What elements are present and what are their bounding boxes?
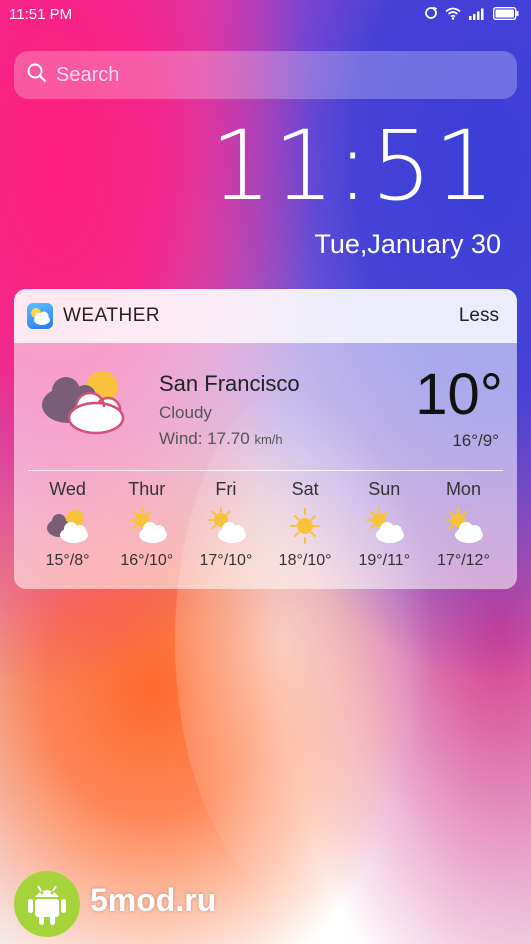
status-icons [424,6,519,24]
weather-app-icon [27,303,53,329]
wind-unit: km/h [254,432,283,447]
forecast-day-name: Thur [128,479,166,499]
weather-condition: Cloudy [159,403,212,422]
watermark-text: 5mod.ru [90,882,217,918]
clock-date[interactable]: Tue,January 30 [314,229,501,260]
forecast-range: 19°/11° [358,552,411,569]
less-button[interactable]: Less [459,305,499,327]
home-screen: 11:51 PM Search 11:51 Tue,January 30 WEA… [0,0,531,944]
wind-value: Wind: 17.70 [159,429,250,448]
search-bar[interactable]: Search [14,51,517,99]
forecast-range: 17°/12° [437,552,490,569]
partly-sunny-icon [107,506,186,548]
cloudy-partly-sunny-icon [40,365,132,440]
forecast-day: Wed 15°/8° [28,475,107,570]
wind-speed: Wind: 17.70 km/h [159,429,283,449]
forecast-day-name: Sat [291,479,319,499]
forecast-day-name: Fri [215,479,237,499]
partly-sunny-icon [345,506,424,548]
search-icon [26,62,48,89]
sync-icon [424,6,438,24]
partly-sunny-icon [186,506,265,548]
current-temperature: 10° [415,362,503,427]
forecast-range: 18°/10° [278,552,332,569]
forecast-day: Sat 18°/10° [266,475,345,570]
search-placeholder: Search [56,63,120,86]
forecast-range: 17°/10° [199,552,253,569]
forecast-day: Mon 17°/12° [424,475,503,570]
forecast-range: 16°/10° [120,552,174,569]
wifi-icon [445,7,461,24]
sunny-icon [266,506,345,548]
city-name: San Francisco [159,371,300,396]
forecast-day-name: Wed [49,479,86,499]
forecast-day: Fri 17°/10° [186,475,265,570]
android-robot-icon [14,871,80,937]
forecast-day: Sun 19°/11° [345,475,424,570]
partly-sunny-icon [424,506,503,548]
divider [28,470,503,471]
cloudy-partly-sunny-icon [28,506,107,548]
weather-current: San Francisco Cloudy Wind: 17.70 km/h 10… [14,343,517,469]
forecast-range: 15°/8° [45,552,90,569]
weather-title: WEATHER [63,305,161,326]
clock-time[interactable]: 11:51 [210,118,497,214]
forecast-day-name: Sun [368,479,401,499]
weather-header: WEATHER Less [14,289,517,343]
status-time: 11:51 PM [9,6,73,23]
temperature-range: 16°/9° [452,431,499,450]
forecast-day-name: Mon [445,479,481,499]
battery-icon [492,6,519,24]
forecast-day: Thur 16°/10° [107,475,186,570]
weather-widget[interactable]: WEATHER Less San Francisco Cloudy Wind: … [14,289,517,589]
signal-icon [468,7,486,24]
status-bar: 11:51 PM [0,0,531,28]
forecast-row: Wed 15°/8° Thur 16°/10° Fri 17°/10° Sat … [28,475,503,570]
